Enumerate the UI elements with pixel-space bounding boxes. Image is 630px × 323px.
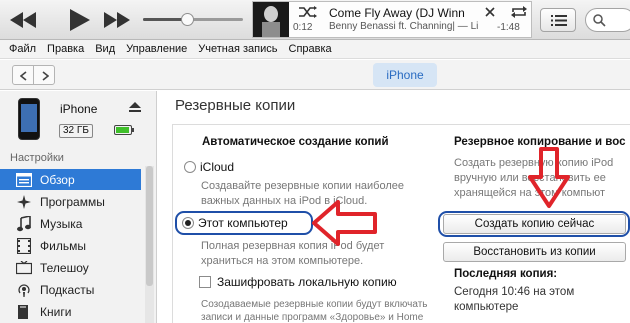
sidebar-item-apps[interactable]: Программы: [0, 191, 141, 212]
battery-level: [116, 127, 129, 133]
menu-help[interactable]: Справка: [289, 43, 332, 55]
computer-desc-line2: храниться на этом компьютере.: [201, 255, 364, 267]
sidebar-scrollbar[interactable]: [145, 166, 154, 323]
checkbox[interactable]: [199, 276, 211, 288]
repeat-icon[interactable]: [511, 6, 527, 21]
nav-toolbar: iPhone: [0, 60, 630, 90]
radio-icloud-label: iCloud: [200, 160, 235, 174]
sidebar-item-label: Программы: [40, 194, 105, 209]
shuffle-icon[interactable]: [299, 6, 317, 21]
auto-backup-heading: Автоматическое создание копий: [202, 136, 389, 148]
radio-this-computer[interactable]: Этот компьютер: [182, 216, 288, 230]
iphone-icon: [18, 98, 40, 140]
book-icon: [16, 304, 32, 320]
sidebar-item-music[interactable]: Музыка: [0, 213, 141, 234]
tv-icon: [16, 260, 32, 276]
search-icon: [593, 14, 606, 27]
last-backup-heading: Последняя копия:: [454, 268, 558, 280]
capacity-badge: 32 ГБ: [59, 124, 93, 138]
menu-controls[interactable]: Управление: [126, 43, 187, 55]
sidebar-scroll-thumb[interactable]: [146, 166, 153, 286]
search-input[interactable]: [585, 8, 630, 32]
battery-tip: [132, 128, 134, 132]
page-title: Резервные копии: [175, 97, 296, 114]
sidebar-item-label: Телешоу: [40, 260, 89, 275]
annotation-arrow-down-icon: [528, 147, 570, 208]
up-next-button[interactable]: [540, 8, 576, 32]
sidebar-item-summary[interactable]: Обзор: [0, 169, 141, 190]
rewind-icon[interactable]: [10, 12, 36, 28]
elapsed-time: 0:12: [293, 22, 313, 33]
radio-this-computer-label: Этот компьютер: [198, 216, 288, 230]
annotation-arrow-left-icon: [312, 200, 377, 246]
menu-bar: Файл Правка Вид Управление Учетная запис…: [0, 40, 630, 59]
volume-knob[interactable]: [181, 13, 194, 26]
close-icon[interactable]: [485, 6, 495, 20]
sidebar-item-books[interactable]: Книги: [0, 301, 141, 322]
device-name: iPhone: [60, 102, 98, 116]
sidebar-item-podcasts[interactable]: Подкасты: [0, 279, 141, 300]
forward-button[interactable]: [33, 65, 55, 85]
now-playing-display: 0:12 Come Fly Away (DJ Winn Benny Benass…: [252, 1, 532, 38]
track-title: Come Fly Away (DJ Winn: [329, 6, 465, 20]
battery-icon: [114, 125, 132, 135]
icloud-desc-line1: Создавайте резервные копии наиболее: [201, 180, 405, 192]
sidebar-item-tv[interactable]: Телешоу: [0, 257, 141, 278]
film-icon: [16, 237, 32, 254]
podcast-icon: [16, 282, 32, 298]
radio-icloud[interactable]: iCloud: [184, 160, 234, 174]
album-art: [253, 2, 289, 37]
sidebar: iPhone 32 ГБ Настройки Обзор Программы М…: [0, 91, 157, 323]
device-screen: [21, 104, 37, 132]
chevron-right-icon: [42, 71, 49, 81]
fast-forward-icon[interactable]: [104, 12, 130, 28]
sidebar-item-movies[interactable]: Фильмы: [0, 235, 141, 256]
sidebar-item-label: Фильмы: [40, 238, 86, 253]
encrypt-checkbox[interactable]: Зашифровать локальную копию: [199, 275, 397, 289]
list-icon: [551, 15, 567, 26]
back-button[interactable]: [12, 65, 34, 85]
menu-account[interactable]: Учетная запись: [198, 43, 277, 55]
encrypt-checkbox-label: Зашифровать локальную копию: [217, 275, 397, 289]
music-icon: [16, 215, 32, 232]
last-backup-value: Сегодня 10:46 на этом компьютере: [454, 286, 575, 313]
restore-backup-button[interactable]: Восстановить из копии: [443, 242, 626, 262]
sidebar-item-label: Подкасты: [40, 282, 95, 297]
eject-icon[interactable]: [129, 102, 141, 116]
track-artist: Benny Benassi ft. Channing| — Li: [329, 21, 479, 32]
sidebar-item-label: Книги: [40, 304, 72, 319]
sidebar-item-label: Обзор: [40, 172, 75, 187]
summary-icon: [16, 172, 32, 188]
menu-view[interactable]: Вид: [95, 43, 115, 55]
player-bar: 0:12 Come Fly Away (DJ Winn Benny Benass…: [0, 0, 630, 40]
chevron-left-icon: [20, 71, 27, 81]
menu-edit[interactable]: Правка: [47, 43, 84, 55]
sidebar-item-label: Музыка: [40, 216, 83, 231]
apps-icon: [16, 194, 32, 210]
remaining-time: -1:48: [497, 22, 520, 33]
play-icon[interactable]: [70, 9, 90, 31]
volume-slider[interactable]: [143, 13, 243, 26]
section-label-settings: Настройки: [10, 152, 64, 164]
menu-file[interactable]: Файл: [9, 43, 36, 55]
radio-button-checked[interactable]: [182, 217, 194, 229]
backup-now-button[interactable]: Создать копию сейчас: [443, 214, 626, 234]
radio-button[interactable]: [184, 161, 196, 173]
encrypt-desc-line2: записи и данные программ «Здоровье» и Ho…: [201, 312, 424, 323]
device-tab[interactable]: iPhone: [373, 63, 437, 87]
